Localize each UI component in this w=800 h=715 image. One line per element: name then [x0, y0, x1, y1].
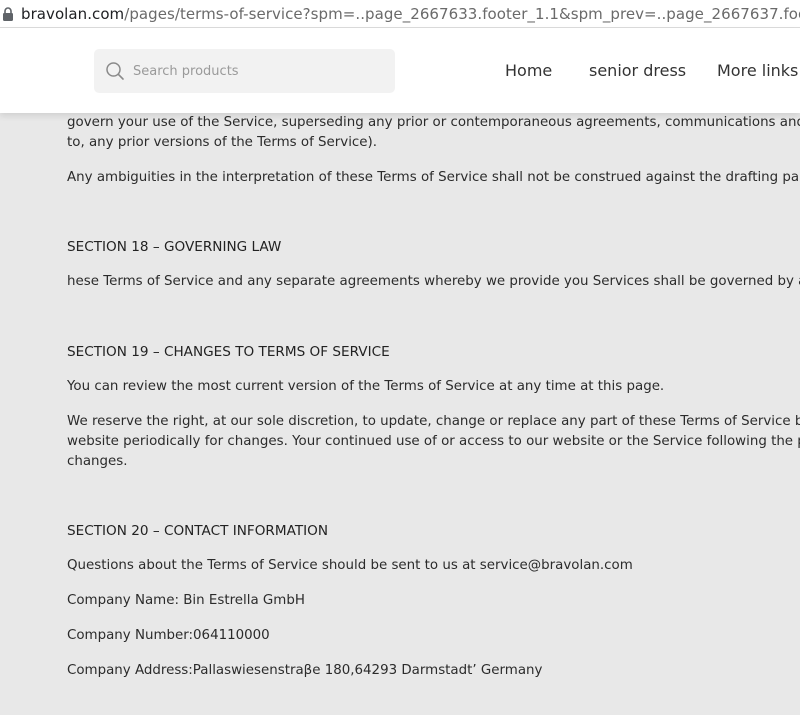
intro-paragraph-2: Any ambiguities in the interpretation of… [67, 170, 800, 185]
company-address: Company Address:Pallaswiesenstraβe 180,6… [67, 663, 543, 678]
url-host: bravolan.com [21, 4, 125, 23]
site-header: Home senior dress More links [0, 28, 800, 113]
section-18-text: hese Terms of Service and any separate a… [67, 274, 800, 289]
intro-line-1: govern your use of the Service, supersed… [67, 115, 800, 130]
intro-line-2: to, any prior versions of the Terms of S… [67, 135, 378, 150]
section-19-paragraph-1: You can review the most current version … [67, 379, 665, 394]
nav-link-more-links[interactable]: More links [717, 61, 798, 80]
section-19-paragraph-2-line-1: We reserve the right, at our sole discre… [67, 414, 800, 429]
url-path: /pages/terms-of-service?spm=..page_26676… [124, 4, 800, 23]
company-number: Company Number:064110000 [67, 628, 270, 643]
contact-email-line: Questions about the Terms of Service sho… [67, 558, 633, 573]
nav-link-home[interactable]: Home [505, 61, 552, 80]
section-19-paragraph-2-line-3: changes. [67, 454, 128, 469]
browser-url-bar[interactable]: bravolan.com/pages/terms-of-service?spm=… [0, 0, 800, 28]
main-nav: Home senior dress More links [0, 61, 800, 83]
nav-link-senior-dress[interactable]: senior dress [589, 61, 686, 80]
url-text[interactable]: bravolan.com/pages/terms-of-service?spm=… [21, 5, 800, 23]
section-20-heading: SECTION 20 – CONTACT INFORMATION [67, 523, 329, 539]
lock-icon [3, 6, 13, 21]
section-19-paragraph-2-line-2: website periodically for changes. Your c… [67, 434, 800, 449]
terms-content: govern your use of the Service, supersed… [67, 113, 800, 715]
section-19-heading: SECTION 19 – CHANGES TO TERMS OF SERVICE [67, 344, 390, 360]
company-name: Company Name: Bin Estrella GmbH [67, 593, 305, 608]
section-18-heading: SECTION 18 – GOVERNING LAW [67, 239, 282, 255]
